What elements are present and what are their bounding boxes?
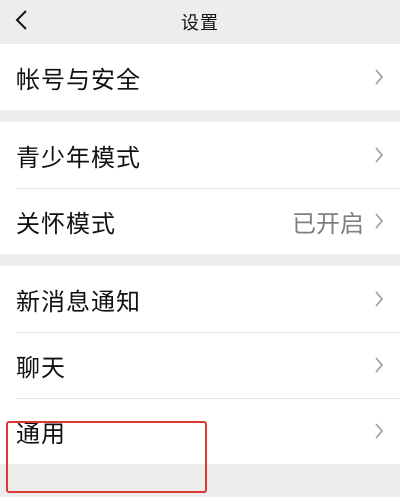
page-title: 设置 [181, 13, 219, 34]
chevron-left-icon [14, 9, 28, 35]
settings-item-teen-mode[interactable]: 青少年模式 [0, 122, 400, 188]
settings-item-label: 帐号与安全 [16, 65, 141, 94]
settings-item-new-message-notification[interactable]: 新消息通知 [0, 266, 400, 332]
settings-item-account-security[interactable]: 帐号与安全 [0, 44, 400, 110]
settings-group-general: 新消息通知 聊天 通用 [0, 266, 400, 464]
settings-item-care-mode[interactable]: 关怀模式 已开启 [0, 188, 400, 254]
settings-group-modes: 青少年模式 关怀模式 已开启 [0, 122, 400, 254]
settings-item-label: 聊天 [16, 353, 66, 382]
group-separator [0, 254, 400, 266]
chevron-right-icon [374, 290, 384, 308]
settings-item-value: 已开启 [292, 209, 364, 238]
settings-item-general[interactable]: 通用 [0, 398, 400, 464]
settings-item-chat[interactable]: 聊天 [0, 332, 400, 398]
settings-item-label: 关怀模式 [16, 209, 116, 238]
settings-item-label: 通用 [16, 419, 66, 448]
settings-screen: 设置 帐号与安全 青少年模式 关怀模式 已开启 新消息通知 聊天 通用 [0, 0, 400, 497]
chevron-right-icon [374, 422, 384, 440]
chevron-right-icon [374, 212, 384, 230]
chevron-right-icon [374, 356, 384, 374]
settings-item-label: 新消息通知 [16, 287, 141, 316]
chevron-right-icon [374, 146, 384, 164]
group-separator [0, 110, 400, 122]
nav-header: 设置 [0, 0, 400, 44]
back-button[interactable] [6, 0, 46, 44]
chevron-right-icon [374, 68, 384, 86]
settings-item-label: 青少年模式 [16, 143, 141, 172]
settings-group-account: 帐号与安全 [0, 44, 400, 110]
